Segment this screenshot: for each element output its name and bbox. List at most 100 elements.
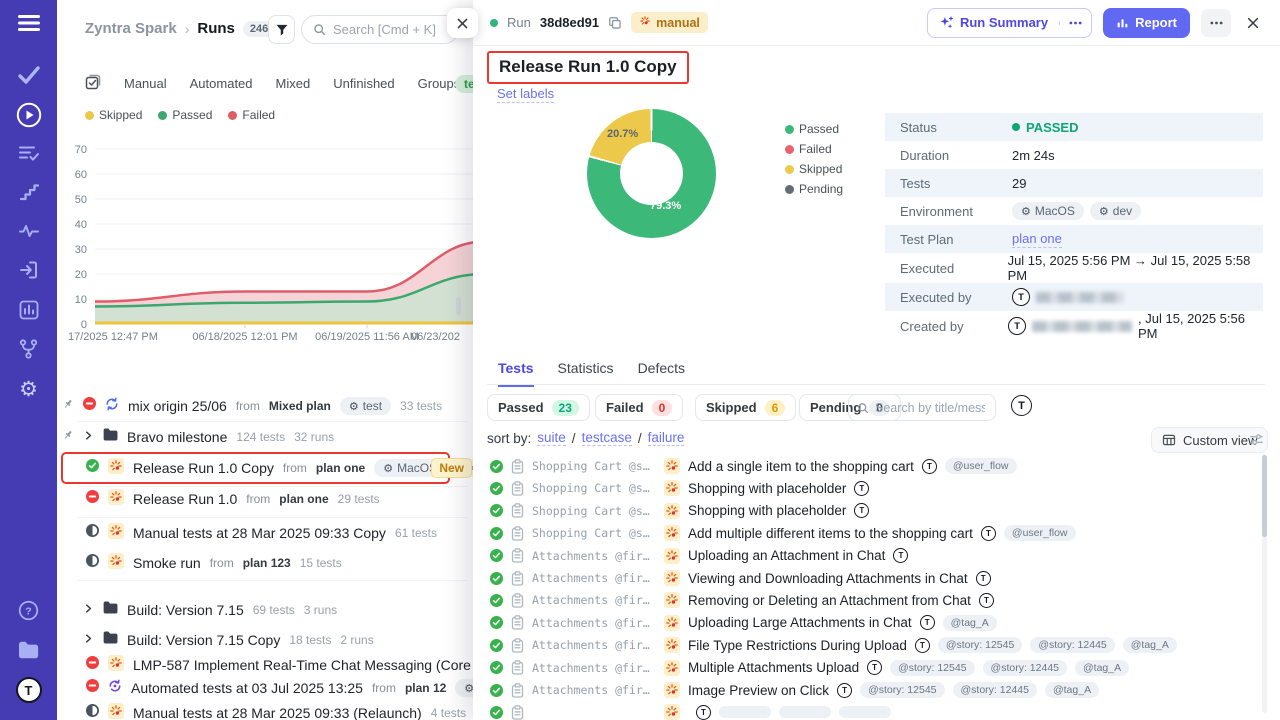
assignee-avatar[interactable]: T — [1011, 395, 1032, 416]
nav-branch-icon[interactable] — [0, 336, 57, 362]
from-label: from — [283, 461, 307, 475]
nav-sign-in-icon[interactable] — [0, 257, 57, 283]
info-value: ⚙MacOS⚙dev — [1012, 202, 1141, 220]
tests-search-input[interactable] — [875, 401, 985, 415]
new-badge: New — [431, 458, 472, 478]
test-row[interactable]: Attachments @firstUploading Large Attach… — [490, 612, 1250, 634]
nav-activity-icon[interactable] — [0, 218, 57, 244]
sort-by-failure[interactable]: failure — [648, 430, 685, 446]
nav-user-avatar[interactable]: T — [0, 677, 57, 703]
run-summary-button[interactable]: Run Summary — [927, 8, 1092, 38]
run-row[interactable]: Bravo milestone124 tests32 runs — [57, 422, 473, 452]
run-summary-more-button[interactable] — [1059, 21, 1091, 25]
chevron-right-icon[interactable] — [83, 428, 94, 446]
runs-panel-scrollbar[interactable] — [456, 297, 461, 315]
run-plan: Mixed plan — [269, 399, 331, 413]
donut-skipped-label: 20.7% — [607, 128, 638, 140]
row-divider — [77, 580, 467, 581]
test-passed-icon — [490, 684, 503, 697]
detail-close-button[interactable] — [1242, 12, 1264, 34]
set-labels-link[interactable]: Set labels — [497, 86, 554, 103]
nav-folder-icon[interactable] — [0, 637, 57, 663]
tab-tests[interactable]: Tests — [498, 360, 534, 387]
runs-tab-unfinished[interactable]: Unfinished — [333, 76, 394, 91]
nav-menu-icon[interactable] — [0, 10, 57, 36]
detail-header: Run 38d8ed91 manual Run Summary — [473, 0, 1280, 46]
run-meta: 32 runs — [294, 430, 334, 444]
test-row[interactable]: Attachments @firstMultiple Attachments U… — [490, 657, 1250, 679]
test-row[interactable]: Attachments @firstImage Preview on Click… — [490, 679, 1250, 701]
run-row[interactable]: Build: Version 7.1569 tests3 runs — [57, 595, 473, 625]
test-passed-icon — [490, 661, 503, 674]
donut-legend-passed: Passed — [785, 122, 843, 136]
drawer-close-button[interactable] — [447, 8, 478, 38]
test-row[interactable]: Attachments @firstFile Type Restrictions… — [490, 634, 1250, 656]
runs-tab-groups[interactable]: Groups — [418, 76, 461, 91]
sort-by-suite[interactable]: suite — [537, 430, 566, 446]
nav-help-icon[interactable]: ? — [0, 597, 57, 623]
chevron-right-icon[interactable] — [83, 631, 94, 649]
test-row[interactable]: Attachments @firstRemoving or Deleting a… — [490, 589, 1250, 611]
test-row[interactable]: T — [490, 701, 1250, 720]
test-passed-icon — [490, 594, 503, 607]
svg-text:06/23/202: 06/23/202 — [411, 331, 460, 343]
run-meta: 29 tests — [338, 492, 380, 506]
runs-tab-manual[interactable]: Manual — [124, 76, 167, 91]
copy-icon[interactable] — [608, 16, 622, 30]
test-suite: Attachments @first — [532, 616, 656, 630]
filter-failed-button[interactable]: Failed0 — [595, 394, 683, 421]
runs-tab-automated[interactable]: Automated — [190, 76, 253, 91]
report-button[interactable]: Report — [1103, 8, 1190, 38]
nav-steps-icon[interactable] — [0, 179, 57, 205]
run-row[interactable]: Release Run 1.0fromplan one29 tests — [57, 484, 473, 514]
run-row[interactable]: Smoke runfromplan 12315 tests — [57, 548, 473, 578]
tab-defects[interactable]: Defects — [638, 360, 685, 387]
multi-select-icon[interactable] — [85, 74, 101, 93]
run-meta: 2 runs — [340, 633, 373, 647]
test-row[interactable]: Attachments @firstUploading an Attachmen… — [490, 545, 1250, 567]
test-row[interactable]: Shopping Cart @sm…Shopping with placehol… — [490, 477, 1250, 499]
nav-bar-chart-box-icon[interactable] — [0, 297, 57, 323]
test-tag: @user_flow — [1004, 525, 1076, 541]
test-row[interactable]: Shopping Cart @sm…Shopping with placehol… — [490, 500, 1250, 522]
run-row[interactable]: mix origin 25/06fromMixed plan⚙test33 te… — [57, 391, 473, 421]
search-icon — [313, 23, 326, 36]
filter-passed-button[interactable]: Passed23 — [487, 394, 590, 421]
test-plan-link[interactable]: plan one — [1012, 231, 1062, 248]
run-status-blocked-icon — [86, 490, 99, 508]
run-row[interactable]: Manual tests at 28 Mar 2025 09:33 (Relau… — [57, 698, 473, 720]
nav-check-icon[interactable] — [0, 62, 57, 88]
test-row[interactable]: Shopping Cart @sm…Add a single item to t… — [490, 455, 1250, 477]
tab-overflow-badge[interactable]: tes — [455, 75, 473, 93]
tab-statistics[interactable]: Statistics — [558, 360, 614, 387]
run-row[interactable]: Release Run 1.0 Copyfromplan one⚙MacOS⚙d… — [57, 453, 473, 483]
app-root: ⚙?T Zyntra Spark › Runs 246 ManualAutoma… — [0, 0, 1280, 720]
pin-icon — [62, 428, 74, 446]
sort-by-testcase[interactable]: testcase — [582, 430, 632, 446]
filter-button[interactable] — [268, 15, 295, 44]
runs-tab-mixed[interactable]: Mixed — [276, 76, 311, 91]
test-suite: Attachments @first — [532, 683, 656, 697]
nav-gear-icon[interactable]: ⚙ — [0, 376, 57, 402]
clipboard-icon — [511, 660, 524, 675]
breadcrumb-section[interactable]: Runs — [197, 20, 235, 37]
clipboard-icon — [511, 571, 524, 586]
test-row[interactable]: Attachments @firstViewing and Downloadin… — [490, 567, 1250, 589]
tests-search[interactable] — [848, 394, 996, 421]
breadcrumb-project[interactable]: Zyntra Spark — [85, 20, 177, 37]
view-settings-icon[interactable] — [1249, 432, 1264, 452]
detail-more-button[interactable] — [1201, 9, 1231, 37]
info-value: Jul 15, 2025 5:56 PM → Jul 15, 2025 5:58… — [1008, 253, 1263, 283]
legend-dot — [228, 111, 237, 120]
run-row[interactable]: Manual tests at 28 Mar 2025 09:33 Copy61… — [57, 518, 473, 548]
runs-search-input[interactable] — [333, 22, 443, 37]
filter-skipped-button[interactable]: Skipped6 — [695, 394, 796, 421]
ellipsis-icon — [1210, 21, 1223, 25]
test-row[interactable]: Shopping Cart @sm…Add multiple different… — [490, 522, 1250, 544]
run-title: Build: Version 7.15 Copy — [127, 632, 280, 648]
nav-play-circle-icon[interactable] — [0, 102, 57, 128]
runs-search[interactable] — [301, 15, 459, 44]
chevron-right-icon[interactable] — [83, 601, 94, 619]
tests-scrollbar-thumb[interactable] — [1262, 455, 1267, 537]
nav-list-check-icon[interactable] — [0, 140, 57, 166]
